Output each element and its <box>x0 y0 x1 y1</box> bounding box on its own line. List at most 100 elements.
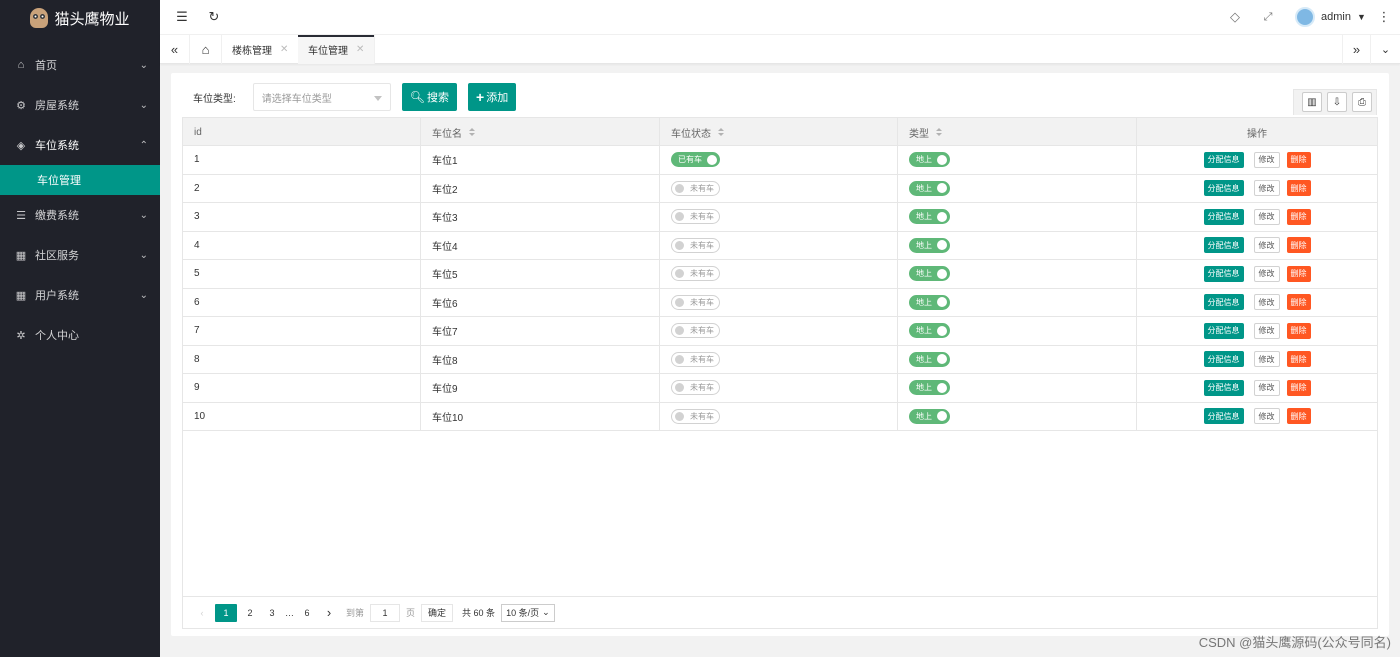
edit-button[interactable]: 修改 <box>1253 180 1280 197</box>
type-switch[interactable]: 地上 <box>909 294 950 310</box>
sidebar-item-payment-system[interactable]: ☰ 缴费系统 ⌄ <box>0 195 160 235</box>
page-number[interactable]: 1 <box>215 603 237 622</box>
sidebar-item-community-service[interactable]: ▦ 社区服务 ⌄ <box>0 235 160 275</box>
type-switch[interactable]: 地上 <box>909 180 950 196</box>
refresh-icon[interactable]: ↻ <box>206 9 222 25</box>
assign-info-button[interactable]: 分配信息 <box>1203 322 1244 339</box>
type-switch[interactable]: 地上 <box>909 209 950 225</box>
tabs-next-icon[interactable]: » <box>1342 35 1370 64</box>
sort-icon[interactable] <box>718 128 724 136</box>
status-switch[interactable]: 已有车 <box>671 152 720 168</box>
next-page-icon[interactable]: › <box>320 604 338 622</box>
sort-icon[interactable] <box>936 128 942 136</box>
edit-button[interactable]: 修改 <box>1253 294 1280 311</box>
print-icon[interactable]: ⎙ <box>1352 92 1372 112</box>
sidebar-item-personal-center[interactable]: ✲ 个人中心 <box>0 315 160 355</box>
assign-info-button[interactable]: 分配信息 <box>1203 294 1244 311</box>
status-switch[interactable]: 未有车 <box>671 380 720 396</box>
edit-button[interactable]: 修改 <box>1253 322 1280 339</box>
cell-type: 地上 <box>898 374 1137 402</box>
columns-filter-icon[interactable]: ▥ <box>1302 92 1322 112</box>
column-header-status[interactable]: 车位状态 <box>660 118 898 146</box>
close-icon[interactable]: ✕ <box>280 44 288 55</box>
sidebar-item-parking-system[interactable]: ◈ 车位系统 ⌃ <box>0 125 160 165</box>
status-switch[interactable]: 未有车 <box>671 209 720 225</box>
assign-info-button[interactable]: 分配信息 <box>1203 180 1244 197</box>
delete-button[interactable]: 删除 <box>1286 265 1311 282</box>
close-icon[interactable]: ✕ <box>356 44 364 55</box>
status-switch[interactable]: 未有车 <box>671 351 720 367</box>
tab-building-management[interactable]: 楼栋管理 ✕ <box>222 35 300 64</box>
delete-button[interactable]: 删除 <box>1286 408 1311 425</box>
page-number[interactable]: 2 <box>241 604 259 622</box>
tab-parking-management[interactable]: 车位管理 ✕ <box>298 35 376 64</box>
status-switch[interactable]: 未有车 <box>671 408 720 424</box>
status-switch[interactable]: 未有车 <box>671 294 720 310</box>
fullscreen-icon[interactable]: ⤢ <box>1260 9 1276 25</box>
column-header-name[interactable]: 车位名 <box>421 118 660 146</box>
delete-button[interactable]: 删除 <box>1286 379 1311 396</box>
prev-page-icon[interactable]: ‹ <box>193 604 211 622</box>
delete-button[interactable]: 删除 <box>1286 208 1311 225</box>
type-switch[interactable]: 地上 <box>909 237 950 253</box>
tabs-menu-chevron-icon[interactable]: ⌄ <box>1370 35 1400 64</box>
more-vertical-icon[interactable]: ⋮ <box>1376 9 1392 25</box>
sidebar-subitem-parking-management[interactable]: 车位管理 <box>0 165 160 195</box>
type-switch[interactable]: 地上 <box>909 323 950 339</box>
add-button[interactable]: + 添加 <box>468 83 517 111</box>
type-switch[interactable]: 地上 <box>909 351 950 367</box>
delete-button[interactable]: 删除 <box>1286 351 1311 368</box>
sort-icon[interactable] <box>469 128 475 136</box>
type-switch[interactable]: 地上 <box>909 380 950 396</box>
edit-button[interactable]: 修改 <box>1253 208 1280 225</box>
assign-info-button[interactable]: 分配信息 <box>1203 408 1244 425</box>
cell-text: 5 <box>194 268 200 280</box>
assign-info-button[interactable]: 分配信息 <box>1203 379 1244 396</box>
assign-info-button[interactable]: 分配信息 <box>1203 351 1244 368</box>
sidebar-item-home[interactable]: ⌂ 首页 ⌄ <box>0 45 160 85</box>
cell-status: 未有车 <box>660 345 898 373</box>
sidebar-item-user-system[interactable]: ▦ 用户系统 ⌄ <box>0 275 160 315</box>
goto-page-input[interactable]: 1 <box>370 603 401 622</box>
tabs-prev-icon[interactable]: « <box>160 35 190 64</box>
status-switch[interactable]: 未有车 <box>671 237 720 253</box>
status-switch[interactable]: 未有车 <box>671 266 720 282</box>
parking-type-select[interactable]: 请选择车位类型 <box>252 83 391 111</box>
switch-label: 未有车 <box>690 183 714 193</box>
delete-button[interactable]: 删除 <box>1286 180 1311 197</box>
search-button[interactable]: 🔍︎ 搜索 <box>401 83 458 111</box>
collapse-menu-icon[interactable]: ☰ <box>174 9 190 25</box>
type-switch[interactable]: 地上 <box>909 408 950 424</box>
delete-button[interactable]: 删除 <box>1286 322 1311 339</box>
edit-button[interactable]: 修改 <box>1253 265 1280 282</box>
edit-button[interactable]: 修改 <box>1253 237 1280 254</box>
assign-info-button[interactable]: 分配信息 <box>1203 265 1244 282</box>
status-switch[interactable]: 未有车 <box>671 180 720 196</box>
type-switch[interactable]: 地上 <box>909 266 950 282</box>
sidebar-item-house-system[interactable]: ⚙ 房屋系统 ⌄ <box>0 85 160 125</box>
tag-icon[interactable]: ◇ <box>1227 9 1243 25</box>
edit-button[interactable]: 修改 <box>1253 379 1280 396</box>
delete-button[interactable]: 删除 <box>1286 151 1311 168</box>
edit-button[interactable]: 修改 <box>1253 151 1280 168</box>
status-switch[interactable]: 未有车 <box>671 323 720 339</box>
type-switch[interactable]: 地上 <box>909 152 950 168</box>
export-icon[interactable]: ⇩ <box>1327 92 1347 112</box>
page-number[interactable]: 6 <box>298 604 316 622</box>
home-tab-icon[interactable]: ⌂ <box>190 35 222 64</box>
assign-info-button[interactable]: 分配信息 <box>1203 208 1244 225</box>
goto-confirm-button[interactable]: 确定 <box>421 603 454 622</box>
edit-button[interactable]: 修改 <box>1253 408 1280 425</box>
edit-button[interactable]: 修改 <box>1253 351 1280 368</box>
column-header-type[interactable]: 类型 <box>898 118 1137 146</box>
delete-button[interactable]: 删除 <box>1286 294 1311 311</box>
app-logo[interactable]: 猫头鹰物业 <box>0 0 160 36</box>
delete-button[interactable]: 删除 <box>1286 237 1311 254</box>
user-menu[interactable]: admin ▼ <box>1295 7 1366 27</box>
page-number[interactable]: 3 <box>263 604 281 622</box>
page-size-select[interactable]: 10 条/页 ⌄ <box>501 603 555 622</box>
cell-type: 地上 <box>898 345 1137 373</box>
table-row: 1 车位1 已有车 地上 分配信息 修改 删除 <box>183 146 1377 175</box>
assign-info-button[interactable]: 分配信息 <box>1203 237 1244 254</box>
assign-info-button[interactable]: 分配信息 <box>1203 151 1244 168</box>
